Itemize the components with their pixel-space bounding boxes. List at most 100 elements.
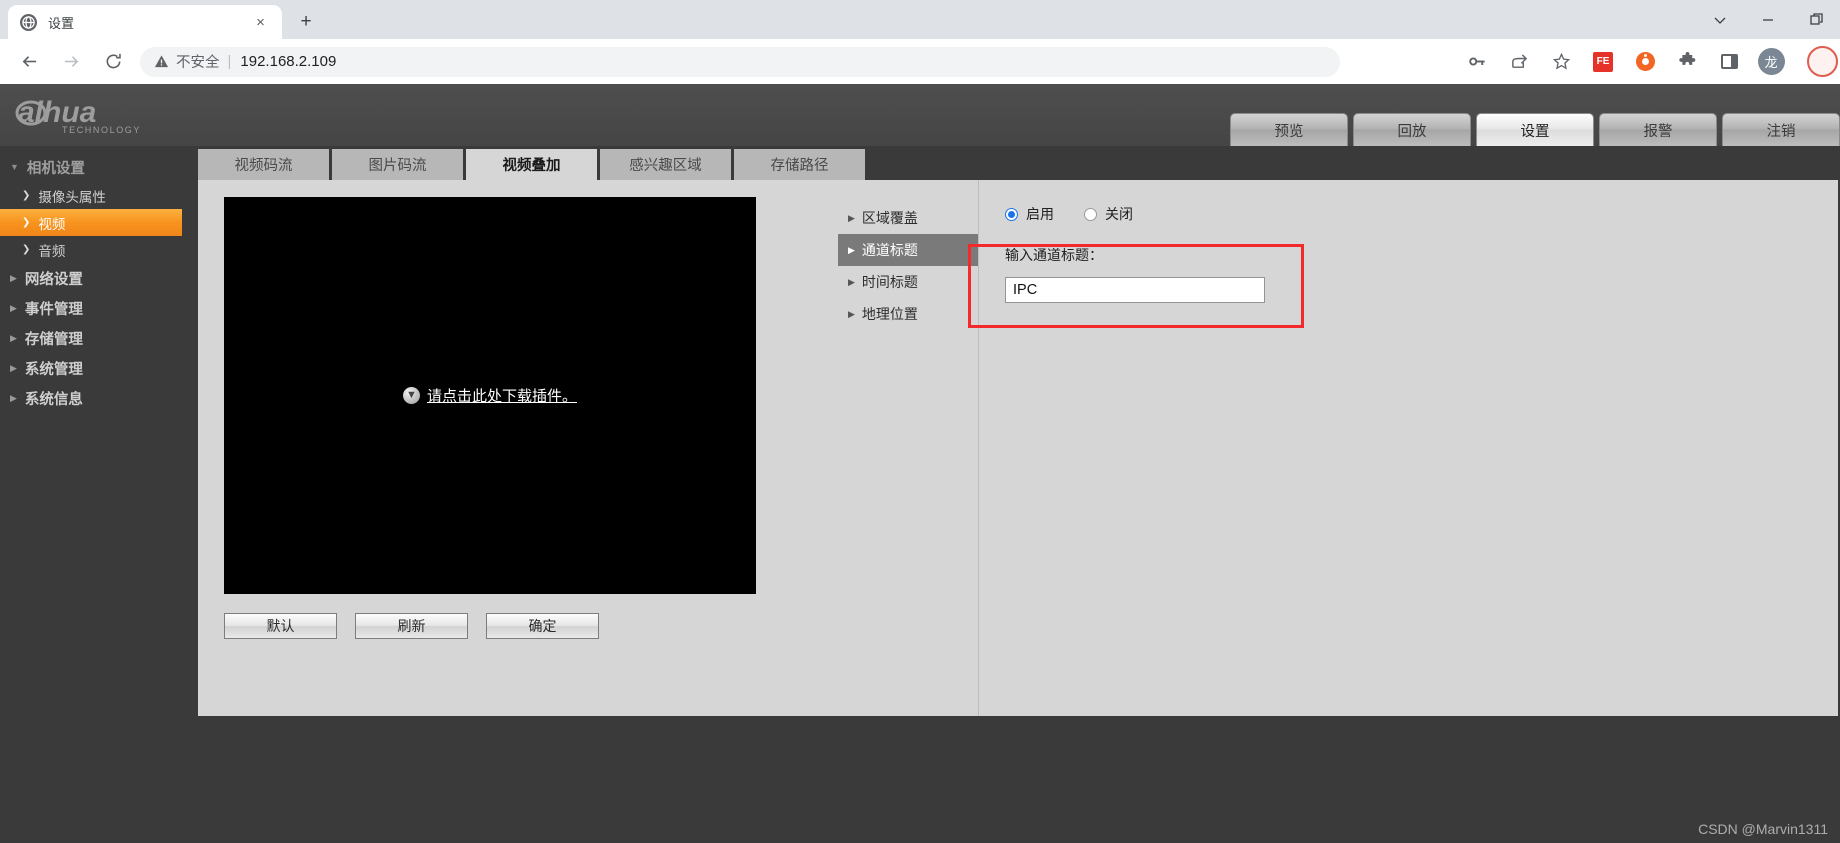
radio-disable[interactable]: 关闭 [1084, 204, 1133, 224]
action-buttons: 默认 刷新 确定 [224, 613, 838, 639]
topnav-item-playback[interactable]: 回放 [1353, 113, 1471, 146]
close-icon[interactable]: × [251, 13, 270, 32]
sidebar-item-video[interactable]: ❯ 视频 [0, 209, 182, 236]
sidebar-item-label: 音频 [38, 243, 66, 259]
share-icon[interactable] [1503, 46, 1535, 78]
overlay-item-privacy-mask[interactable]: ▶ 区域覆盖 [838, 202, 978, 234]
sidebar-group-camera-settings[interactable]: ▼ 相机设置 [0, 152, 182, 182]
maximize-icon[interactable] [1792, 0, 1840, 39]
tab-video-stream[interactable]: 视频码流 [198, 149, 329, 180]
overlay-item-time-title[interactable]: ▶ 时间标题 [838, 266, 978, 298]
side-panel-icon[interactable] [1713, 46, 1745, 78]
tab-picture-stream[interactable]: 图片码流 [332, 149, 463, 180]
caret-right-icon: ▶ [10, 272, 17, 283]
overlay-item-channel-title[interactable]: ▶ 通道标题 [838, 234, 978, 266]
topnav-item-logout[interactable]: 注销 [1722, 113, 1840, 146]
reload-button[interactable] [96, 45, 130, 79]
extension-orange-icon[interactable] [1629, 46, 1661, 78]
globe-icon [20, 13, 37, 31]
profile-ring-icon[interactable] [1797, 46, 1838, 78]
tab-roi[interactable]: 感兴趣区域 [600, 149, 731, 180]
sidebar-item-audio[interactable]: ❯ 音频 [0, 236, 182, 263]
caret-right-icon: ▶ [10, 392, 17, 403]
download-plugin-link[interactable]: ▼ 请点击此处下载插件。 [402, 385, 577, 406]
sidebar: ▼ 相机设置 ❯ 摄像头属性 ❯ 视频 ❯ 音频 ▶ 网络设置 ▶ 事件管理 ▶… [0, 146, 182, 843]
password-key-icon[interactable] [1461, 46, 1493, 78]
tab-title: 设置 [48, 15, 75, 31]
default-button[interactable]: 默认 [224, 613, 337, 639]
caret-down-icon: ▼ [10, 162, 19, 172]
minimize-icon[interactable] [1744, 0, 1792, 39]
browser-toolbar: 不安全 | 192.168.2.109 FE 龙 [0, 39, 1840, 84]
video-preview-area[interactable]: ▼ 请点击此处下载插件。 [224, 197, 756, 594]
content-tabs: 视频码流 图片码流 视频叠加 感兴趣区域 存储路径 [182, 149, 1838, 180]
overlay-item-label: 时间标题 [861, 274, 918, 290]
browser-tab[interactable]: 设置 × [8, 5, 282, 39]
toolbar-icons: FE 龙 [1456, 46, 1838, 78]
video-column: ▼ 请点击此处下载插件。 默认 刷新 确定 [198, 180, 838, 716]
caret-right-icon: ▶ [10, 332, 17, 343]
sidebar-item-system-management[interactable]: ▶ 系统管理 [0, 353, 182, 383]
channel-title-input[interactable]: IPC [1005, 277, 1265, 303]
caret-right-icon: ▶ [10, 362, 17, 373]
radio-disable-label: 关闭 [1105, 206, 1133, 222]
sidebar-item-label: 事件管理 [24, 301, 83, 318]
caret-right-icon: ▶ [848, 276, 855, 287]
radio-enable-label: 启用 [1026, 206, 1054, 222]
sidebar-group-label: 相机设置 [26, 160, 85, 177]
caret-right-icon: ▶ [10, 302, 17, 313]
radio-enable-indicator [1005, 207, 1018, 221]
tab-storage-path[interactable]: 存储路径 [734, 149, 865, 180]
extension-fe-icon[interactable]: FE [1587, 46, 1619, 78]
channel-title-label: 输入通道标题： [1005, 247, 1103, 263]
extensions-puzzle-icon[interactable] [1671, 46, 1703, 78]
chevron-right-icon: ❯ [22, 217, 31, 228]
topnav-item-settings[interactable]: 设置 [1476, 113, 1594, 146]
enable-radio-group: 启用 关闭 [1005, 204, 1838, 224]
caret-right-icon: ▶ [848, 308, 855, 319]
chevron-right-icon: ❯ [22, 190, 31, 201]
sidebar-item-system-info[interactable]: ▶ 系统信息 [0, 383, 182, 413]
overlay-item-geo-location[interactable]: ▶ 地理位置 [838, 298, 978, 330]
confirm-button[interactable]: 确定 [486, 613, 599, 639]
main-content: 视频码流 图片码流 视频叠加 感兴趣区域 存储路径 ▼ 请点击此处下载插件。 默… [182, 146, 1840, 843]
window-controls [1696, 0, 1840, 39]
sidebar-item-label: 网络设置 [24, 271, 83, 288]
caret-right-icon: ▶ [848, 212, 855, 223]
sidebar-item-event-management[interactable]: ▶ 事件管理 [0, 293, 182, 323]
profile-avatar-icon[interactable]: 龙 [1755, 46, 1787, 78]
sidebar-item-label: 视频 [38, 216, 66, 232]
security-label: 不安全 [176, 55, 220, 71]
address-bar[interactable]: 不安全 | 192.168.2.109 [140, 46, 1340, 77]
download-plugin-text: 请点击此处下载插件。 [426, 388, 577, 405]
svg-text:TECHNOLOGY: TECHNOLOGY [62, 125, 141, 135]
radio-disable-indicator [1084, 207, 1097, 221]
sidebar-item-storage-management[interactable]: ▶ 存储管理 [0, 323, 182, 353]
back-button[interactable] [12, 45, 46, 79]
forward-button[interactable] [54, 45, 88, 79]
top-navigation: 预览 回放 设置 报警 注销 [1225, 106, 1840, 146]
sidebar-item-network-settings[interactable]: ▶ 网络设置 [0, 263, 182, 293]
browser-tabstrip: 设置 × + [0, 0, 1840, 39]
chevron-right-icon: ❯ [22, 244, 31, 255]
omnibox-separator: | [227, 53, 232, 70]
overlay-item-label: 地理位置 [861, 306, 918, 322]
settings-panel: ▼ 请点击此处下载插件。 默认 刷新 确定 ▶ 区域覆盖 ▶ 通道标题 ▶ 时间… [198, 180, 1838, 716]
refresh-button[interactable]: 刷新 [355, 613, 468, 639]
overlay-settings-form: 启用 关闭 输入通道标题： IPC [968, 180, 1838, 716]
sidebar-item-label: 摄像头属性 [38, 189, 106, 205]
new-tab-button[interactable]: + [292, 8, 320, 36]
chevron-down-icon[interactable] [1696, 0, 1744, 39]
app-header: alhua TECHNOLOGY 预览 回放 设置 报警 注销 [0, 84, 1840, 146]
sidebar-item-camera-properties[interactable]: ❯ 摄像头属性 [0, 182, 182, 209]
topnav-item-alarm[interactable]: 报警 [1599, 113, 1717, 146]
tab-video-overlay[interactable]: 视频叠加 [466, 149, 597, 180]
bookmark-star-icon[interactable] [1545, 46, 1577, 78]
radio-enable[interactable]: 启用 [1005, 204, 1054, 224]
warning-triangle-icon [154, 54, 169, 69]
extension-fe-badge: FE [1593, 51, 1613, 72]
sidebar-item-label: 系统管理 [24, 361, 83, 378]
url-text: 192.168.2.109 [240, 53, 337, 70]
topnav-item-preview[interactable]: 预览 [1230, 113, 1348, 146]
overlay-type-list: ▶ 区域覆盖 ▶ 通道标题 ▶ 时间标题 ▶ 地理位置 [838, 180, 978, 716]
